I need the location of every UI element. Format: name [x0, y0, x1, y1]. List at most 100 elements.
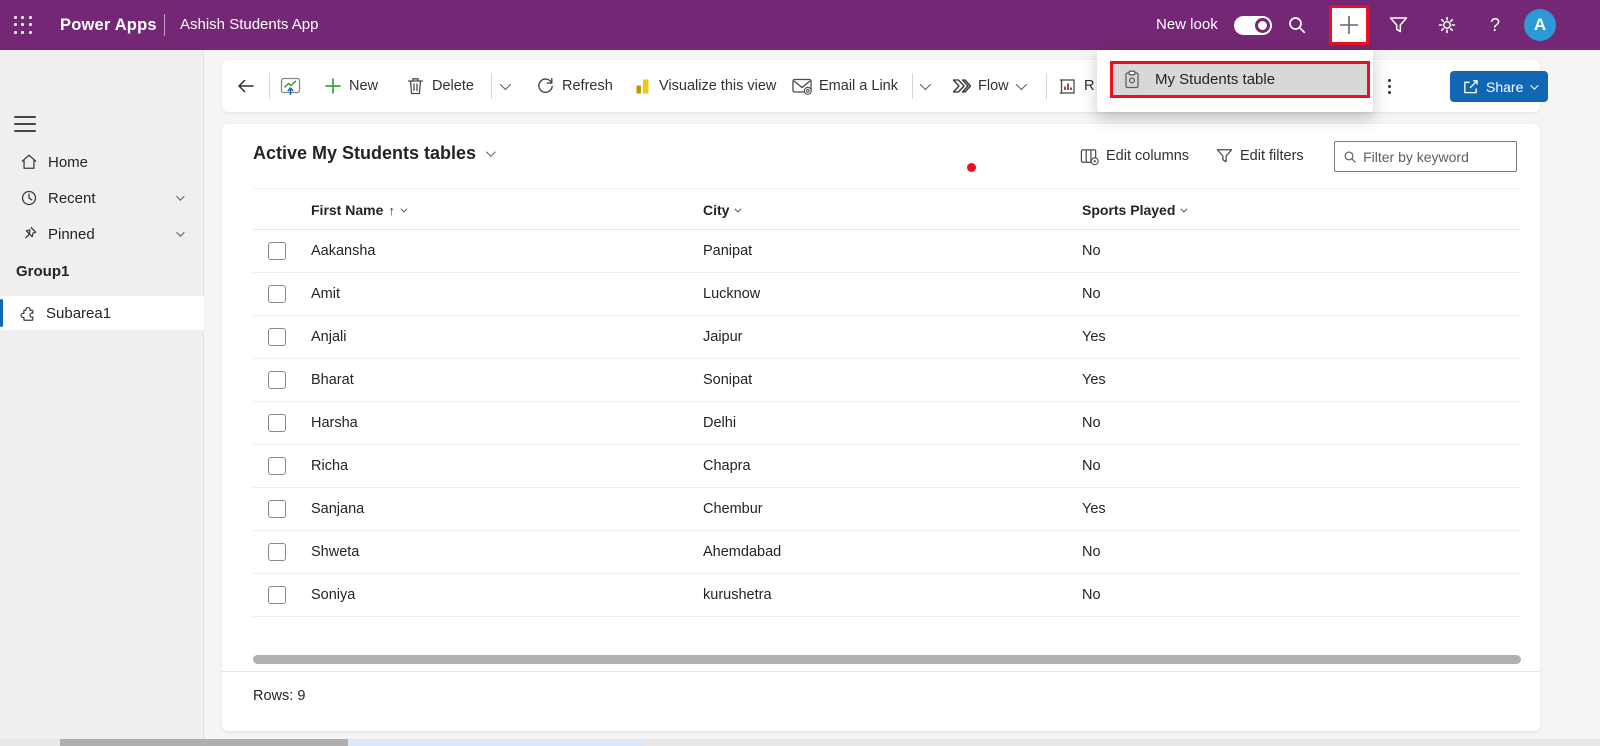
table-row[interactable]: Richa Chapra No	[253, 445, 1520, 488]
cell-first-name[interactable]: Amit	[311, 273, 340, 316]
search-icon	[1287, 15, 1307, 35]
office-header-bar: Power Apps Ashish Students App New look	[0, 0, 1600, 50]
cell-city: Ahemdabad	[703, 531, 781, 574]
puzzle-icon	[18, 303, 38, 323]
delete-label: Delete	[432, 78, 474, 94]
search-icon	[1343, 149, 1357, 165]
column-label: Sports Played	[1082, 202, 1175, 218]
row-checkbox[interactable]	[268, 371, 286, 389]
cell-sports-played: No	[1082, 402, 1101, 445]
cell-first-name[interactable]: Harsha	[311, 402, 358, 445]
table-row[interactable]: Anjali Jaipur Yes	[253, 316, 1520, 359]
collapse-sitemap-button[interactable]	[14, 116, 36, 132]
row-checkbox[interactable]	[268, 457, 286, 475]
row-checkbox[interactable]	[268, 242, 286, 260]
visualize-view-button[interactable]: Visualize this view	[634, 60, 776, 112]
quick-create-button[interactable]	[1329, 5, 1369, 45]
table-row[interactable]: Sanjana Chembur Yes	[253, 488, 1520, 531]
sitemap-group-label: Group1	[16, 260, 69, 284]
row-checkbox[interactable]	[268, 414, 286, 432]
cell-first-name[interactable]: Soniya	[311, 574, 355, 617]
view-header: Active My Students tables Edit columns E…	[222, 124, 1540, 188]
cell-first-name[interactable]: Bharat	[311, 359, 354, 402]
run-report-button[interactable]: R	[1058, 60, 1094, 112]
keyword-filter-input[interactable]	[1363, 149, 1508, 165]
row-count: Rows: 9	[253, 688, 305, 704]
row-checkbox[interactable]	[268, 586, 286, 604]
app-launcher-waffle-icon[interactable]	[14, 16, 32, 34]
cell-first-name[interactable]: Shweta	[311, 531, 359, 574]
sidebar-item-subarea1[interactable]: Subarea1	[0, 296, 204, 330]
divider	[912, 73, 913, 99]
new-button[interactable]: New	[324, 60, 378, 112]
column-label: City	[703, 202, 729, 218]
back-button[interactable]	[236, 60, 256, 112]
table-row[interactable]: Soniya kurushetra No	[253, 574, 1520, 617]
refresh-button[interactable]: Refresh	[536, 60, 613, 112]
edit-columns-icon	[1080, 147, 1099, 166]
table-row[interactable]: Bharat Sonipat Yes	[253, 359, 1520, 402]
scrollbar-thumb[interactable]	[253, 655, 1521, 664]
email-link-button[interactable]: Email a Link	[792, 60, 898, 112]
run-report-icon	[1058, 77, 1077, 96]
new-look-toggle[interactable]	[1234, 16, 1272, 35]
edit-filters-button[interactable]: Edit filters	[1216, 124, 1304, 188]
cell-sports-played: Yes	[1082, 316, 1106, 359]
row-checkbox[interactable]	[268, 285, 286, 303]
refresh-label: Refresh	[562, 78, 613, 94]
filter-button[interactable]	[1384, 11, 1412, 39]
overflow-chevron-button[interactable]	[500, 60, 508, 112]
more-vertical-icon	[1388, 79, 1391, 94]
home-icon	[20, 153, 38, 171]
column-header-sports-played[interactable]: Sports Played	[1082, 189, 1185, 231]
sidebar-item-recent[interactable]: Recent	[0, 180, 204, 216]
header-divider	[164, 14, 165, 36]
scrollbar-thumb[interactable]	[60, 739, 348, 746]
sidebar-item-home[interactable]: Home	[0, 144, 204, 180]
email-overflow-chevron[interactable]	[920, 60, 928, 112]
sidebar-item-label: Home	[48, 154, 88, 171]
flow-button[interactable]: Flow	[952, 60, 1024, 112]
row-checkbox[interactable]	[268, 328, 286, 346]
divider	[269, 73, 270, 99]
row-checkbox[interactable]	[268, 500, 286, 518]
column-header-city[interactable]: City	[703, 189, 739, 231]
more-commands-button[interactable]	[1388, 60, 1391, 112]
cell-first-name[interactable]: Sanjana	[311, 488, 364, 531]
view-selector[interactable]: Active My Students tables	[253, 143, 493, 164]
powerapps-brand[interactable]: Power Apps	[60, 0, 157, 50]
sidebar-item-pinned[interactable]: Pinned	[0, 216, 204, 252]
cell-city: kurushetra	[703, 574, 772, 617]
chevron-down-icon	[1531, 81, 1539, 89]
divider	[491, 73, 492, 99]
quick-create-menu: My Students table	[1097, 50, 1373, 112]
cell-first-name[interactable]: Richa	[311, 445, 348, 488]
cell-first-name[interactable]: Aakansha	[311, 230, 376, 273]
email-icon	[792, 77, 812, 95]
column-header-first-name[interactable]: First Name ↑	[311, 189, 405, 231]
account-avatar[interactable]: A	[1524, 9, 1556, 41]
row-checkbox[interactable]	[268, 543, 286, 561]
search-button[interactable]	[1283, 11, 1311, 39]
help-icon: ?	[1490, 15, 1500, 36]
settings-button[interactable]	[1433, 11, 1461, 39]
help-button[interactable]: ?	[1481, 11, 1509, 39]
table-row[interactable]: Shweta Ahemdabad No	[253, 531, 1520, 574]
cell-first-name[interactable]: Anjali	[311, 316, 346, 359]
chevron-down-icon	[920, 79, 931, 90]
table-record-icon	[1123, 70, 1141, 89]
show-chart-button[interactable]	[280, 60, 301, 112]
table-row[interactable]: Harsha Delhi No	[253, 402, 1520, 445]
table-row[interactable]: Aakansha Panipat No	[253, 230, 1520, 273]
menu-item-my-students-table[interactable]: My Students table	[1110, 61, 1370, 98]
share-button[interactable]: Share	[1450, 71, 1548, 102]
annotation-red-dot	[967, 163, 976, 172]
delete-button[interactable]: Delete	[406, 60, 474, 112]
share-icon	[1462, 79, 1479, 95]
cell-city: Jaipur	[703, 316, 743, 359]
plus-icon	[1338, 14, 1360, 36]
table-row[interactable]: Amit Lucknow No	[253, 273, 1520, 316]
edit-columns-button[interactable]: Edit columns	[1080, 124, 1189, 188]
column-label: First Name	[311, 202, 383, 218]
chevron-down-icon	[1015, 79, 1026, 90]
